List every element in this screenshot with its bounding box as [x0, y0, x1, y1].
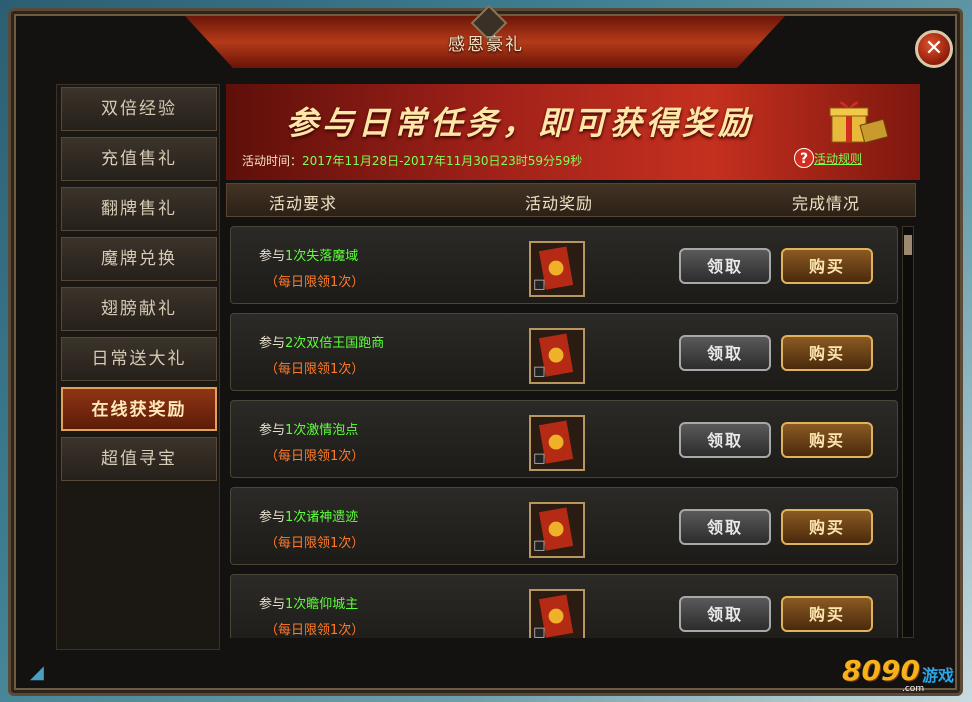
buy-button[interactable]: 购买	[781, 509, 873, 545]
reward-card-icon[interactable]	[529, 328, 585, 384]
task-name: 1次诸神遗迹	[285, 510, 359, 525]
reward-card-icon[interactable]	[529, 415, 585, 471]
buy-button[interactable]: 购买	[781, 248, 873, 284]
scrollbar-thumb[interactable]	[904, 235, 912, 255]
watermark-text: 游戏	[922, 666, 955, 685]
task-prefix: 参与	[259, 510, 286, 525]
task-requirement: 参与1次瞻仰城主	[259, 593, 358, 612]
claim-button[interactable]: 领取	[679, 596, 771, 632]
close-button[interactable]: ✕	[915, 30, 953, 68]
sidebar-item-flip-card-gift[interactable]: 翻牌售礼	[61, 187, 217, 231]
task-prefix: 参与	[259, 597, 286, 612]
list-scrollbar[interactable]	[902, 226, 914, 638]
task-limit: （每日限领1次）	[265, 623, 365, 638]
task-row: 参与1次激情泡点 （每日限领1次） 领取 购买	[230, 400, 898, 478]
sidebar-item-online-reward[interactable]: 在线获奖励	[61, 387, 217, 431]
help-icon[interactable]: ?	[794, 148, 814, 168]
gift-box-icon	[829, 101, 888, 144]
sidebar: 双倍经验 充值售礼 翻牌售礼 魔牌兑换 翅膀献礼 日常送大礼 在线获奖励 超值寻…	[56, 84, 220, 650]
event-banner: 参与日常任务，即可获得奖励 活动时间：2017年11月28日-2017年11月3…	[226, 84, 920, 180]
task-requirement: 参与1次诸神遗迹	[259, 506, 358, 525]
header-status: 完成情况	[792, 194, 861, 213]
event-time: 活动时间：2017年11月28日-2017年11月30日23时59分59秒	[242, 152, 582, 169]
task-list: 参与1次失落魔域 （每日限领1次） 领取 购买 参与2次双倍王国跑商 （每日限领…	[226, 220, 916, 638]
corner-ornament-icon: ◢	[30, 662, 44, 683]
task-prefix: 参与	[259, 423, 286, 438]
table-header: 活动要求 活动奖励 完成情况	[226, 183, 916, 217]
sidebar-item-double-exp[interactable]: 双倍经验	[61, 87, 217, 131]
claim-button[interactable]: 领取	[679, 335, 771, 371]
task-requirement: 参与2次双倍王国跑商	[259, 332, 384, 351]
watermark-domain: .com	[902, 684, 925, 694]
sidebar-item-recharge-gift[interactable]: 充值售礼	[61, 137, 217, 181]
task-limit: （每日限领1次）	[265, 449, 365, 464]
banner-title: 参与日常任务，即可获得奖励	[286, 104, 755, 142]
task-prefix: 参与	[259, 336, 286, 351]
watermark-number: 8090	[842, 654, 920, 687]
event-time-value: 2017年11月28日-2017年11月30日23时59分59秒	[302, 154, 583, 168]
task-name: 2次双倍王国跑商	[285, 336, 385, 351]
task-row: 参与1次诸神遗迹 （每日限领1次） 领取 购买	[230, 487, 898, 565]
buy-button[interactable]: 购买	[781, 596, 873, 632]
reward-card-icon[interactable]	[529, 589, 585, 638]
buy-button[interactable]: 购买	[781, 335, 873, 371]
header-requirement: 活动要求	[269, 194, 338, 213]
buy-button[interactable]: 购买	[781, 422, 873, 458]
task-requirement: 参与1次激情泡点	[259, 419, 358, 438]
task-name: 1次激情泡点	[285, 423, 359, 438]
task-limit: （每日限领1次）	[265, 362, 365, 377]
task-prefix: 参与	[259, 249, 286, 264]
reward-card-icon[interactable]	[529, 502, 585, 558]
reward-card-icon[interactable]	[529, 241, 585, 297]
task-limit: （每日限领1次）	[265, 275, 365, 290]
task-row: 参与1次失落魔域 （每日限领1次） 领取 购买	[230, 226, 898, 304]
claim-button[interactable]: 领取	[679, 509, 771, 545]
task-name: 1次失落魔域	[285, 249, 359, 264]
event-time-label: 活动时间：	[242, 154, 303, 168]
sidebar-item-magic-card-exchange[interactable]: 魔牌兑换	[61, 237, 217, 281]
sidebar-item-treasure-hunt[interactable]: 超值寻宝	[61, 437, 217, 481]
task-name: 1次瞻仰城主	[285, 597, 359, 612]
claim-button[interactable]: 领取	[679, 422, 771, 458]
task-row: 参与2次双倍王国跑商 （每日限领1次） 领取 购买	[230, 313, 898, 391]
dialog-title: 感恩豪礼	[448, 35, 524, 55]
header-reward: 活动奖励	[525, 194, 594, 213]
sidebar-item-daily-gift[interactable]: 日常送大礼	[61, 337, 217, 381]
task-limit: （每日限领1次）	[265, 536, 365, 551]
sidebar-item-wing-gift[interactable]: 翅膀献礼	[61, 287, 217, 331]
task-requirement: 参与1次失落魔域	[259, 245, 358, 264]
claim-button[interactable]: 领取	[679, 248, 771, 284]
watermark-logo: 8090 游戏 .com	[842, 648, 962, 696]
rules-link[interactable]: 活动规则	[814, 150, 862, 167]
task-row: 参与1次瞻仰城主 （每日限领1次） 领取 购买	[230, 574, 898, 638]
